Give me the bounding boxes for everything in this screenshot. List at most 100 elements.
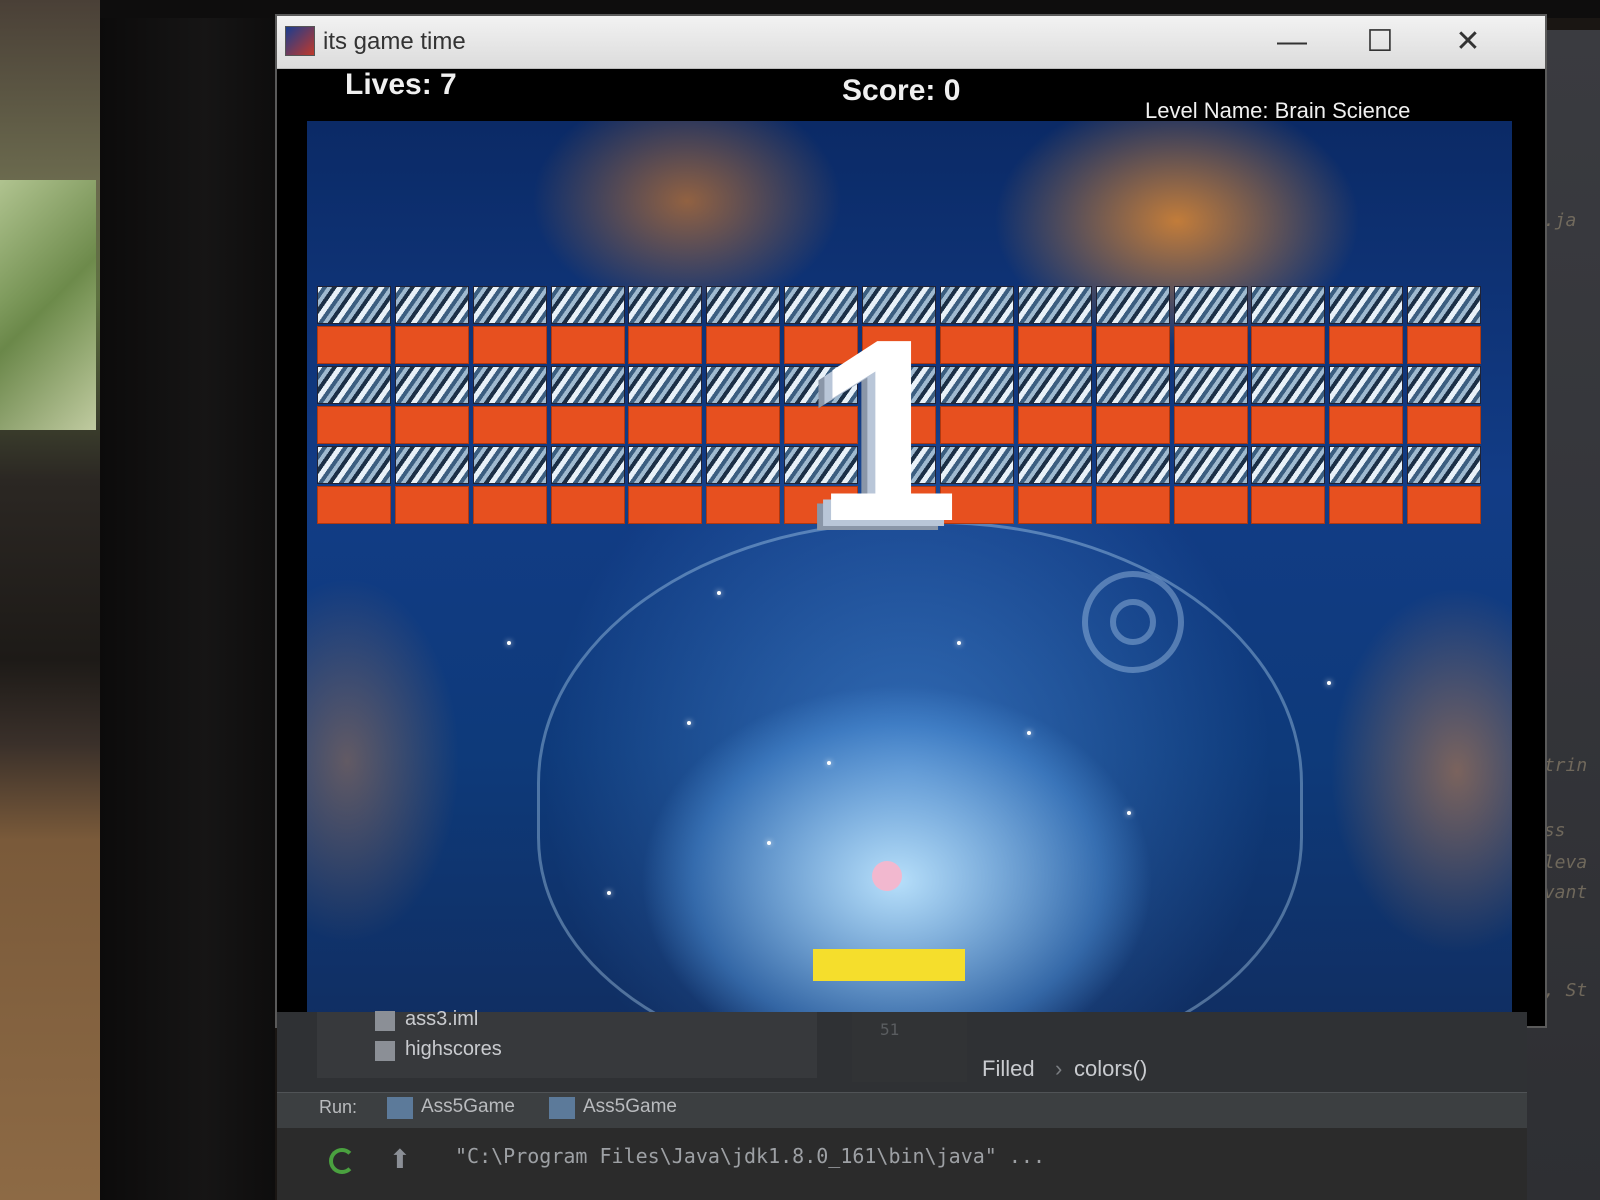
window-title: its game time [323, 28, 466, 55]
brick-image [317, 366, 391, 404]
java-app-icon [285, 26, 315, 56]
background-star [767, 841, 771, 845]
brick-orange [706, 486, 781, 524]
brick-image [628, 446, 703, 484]
brick-image [1329, 446, 1404, 484]
brick-image [1173, 366, 1248, 404]
brick-orange [394, 406, 469, 444]
project-tree: ass3.iml highscores [317, 1008, 817, 1078]
room-window [0, 180, 96, 430]
play-field[interactable]: 1 [307, 121, 1512, 1026]
breadcrumb-class[interactable]: Filled [982, 1056, 1035, 1082]
brick-image [317, 286, 391, 324]
brick-orange [472, 486, 547, 524]
breadcrumb-method[interactable]: colors() [1074, 1056, 1147, 1082]
brick-image [394, 286, 469, 324]
file-icon [375, 1011, 395, 1031]
maximize-button[interactable]: ☐ [1345, 22, 1415, 62]
brick-image [1251, 366, 1326, 404]
brick-image [628, 366, 703, 404]
background-star [827, 761, 831, 765]
brick-image [1251, 286, 1326, 324]
brick-image [706, 446, 781, 484]
brick-orange [1173, 486, 1248, 524]
run-tab-label: Ass5Game [583, 1096, 677, 1117]
paddle[interactable] [813, 949, 965, 981]
background-spiral [1082, 571, 1184, 673]
brick-orange [317, 326, 391, 364]
brick-orange [1173, 406, 1248, 444]
brick-orange [394, 326, 469, 364]
brick-image [394, 446, 469, 484]
brick-image [1017, 286, 1092, 324]
brick-image [1017, 366, 1092, 404]
run-console[interactable]: ⬆ "C:\Program Files\Java\jdk1.8.0_161\bi… [277, 1128, 1527, 1200]
brick-image [628, 286, 703, 324]
background-star [717, 591, 721, 595]
scroll-up-icon[interactable]: ⬆ [389, 1144, 411, 1175]
brick-image [550, 446, 625, 484]
run-toolbar: Run: Ass5Game Ass5Game [277, 1092, 1527, 1129]
brick-orange [628, 406, 703, 444]
run-config-icon [549, 1097, 575, 1119]
brick-image [317, 446, 391, 484]
brick-image [472, 446, 547, 484]
brick-image [472, 286, 547, 324]
file-icon [375, 1041, 395, 1061]
brick-orange [1407, 326, 1482, 364]
brick-orange [550, 486, 625, 524]
minimize-button[interactable]: — [1257, 22, 1327, 62]
brick-orange [1329, 406, 1404, 444]
line-gutter: 51 [852, 1012, 967, 1082]
tree-item-ass3-iml[interactable]: ass3.iml [375, 1008, 479, 1031]
brick-orange [1017, 326, 1092, 364]
brick-orange [1251, 406, 1326, 444]
ide-bottom-panel: ass3.iml highscores 51 Filled › colors()… [277, 1008, 1527, 1200]
rerun-icon[interactable] [329, 1148, 355, 1174]
brick-image [1329, 366, 1404, 404]
run-label: Run: [319, 1097, 358, 1117]
brick-image [1095, 366, 1170, 404]
brick-image [1329, 286, 1404, 324]
background-star [957, 641, 961, 645]
background-star [1127, 811, 1131, 815]
brick-image [1095, 286, 1170, 324]
brick-orange [550, 406, 625, 444]
run-tab-label: Ass5Game [421, 1096, 515, 1117]
background-star [1327, 681, 1331, 685]
brick-orange [550, 326, 625, 364]
brick-image [706, 366, 781, 404]
background-star [1027, 731, 1031, 735]
brick-image [1407, 446, 1482, 484]
brick-orange [1095, 326, 1170, 364]
game-window: its game time — ☐ ✕ Lives: 7 Score: 0 Le… [277, 16, 1545, 1026]
brick-orange [317, 486, 391, 524]
close-button[interactable]: ✕ [1433, 22, 1503, 62]
run-tab-ass5game-1[interactable]: Ass5Game [387, 1096, 515, 1119]
brick-orange [1251, 326, 1326, 364]
brick-orange [1017, 406, 1092, 444]
brick-orange [1251, 486, 1326, 524]
brick-orange [472, 326, 547, 364]
brick-image [472, 366, 547, 404]
brick-orange [1329, 326, 1404, 364]
brick-orange [1329, 486, 1404, 524]
brick-orange [317, 406, 391, 444]
tree-item-label: highscores [405, 1038, 502, 1060]
title-bar[interactable]: its game time — ☐ ✕ [277, 16, 1545, 69]
run-tab-ass5game-2[interactable]: Ass5Game [549, 1096, 677, 1119]
brick-image [706, 286, 781, 324]
brick-image [1407, 286, 1482, 324]
breadcrumb-separator: › [1055, 1056, 1063, 1081]
brick-image [394, 366, 469, 404]
brick-orange [1095, 406, 1170, 444]
countdown-number: 1 [814, 286, 960, 576]
room-background [0, 0, 110, 1200]
brick-image [550, 366, 625, 404]
brick-orange [1173, 326, 1248, 364]
tree-item-highscores[interactable]: highscores [375, 1038, 502, 1061]
background-star [687, 721, 691, 725]
brick-image [1017, 446, 1092, 484]
tree-item-label: ass3.iml [405, 1008, 479, 1030]
run-config-icon [387, 1097, 413, 1119]
